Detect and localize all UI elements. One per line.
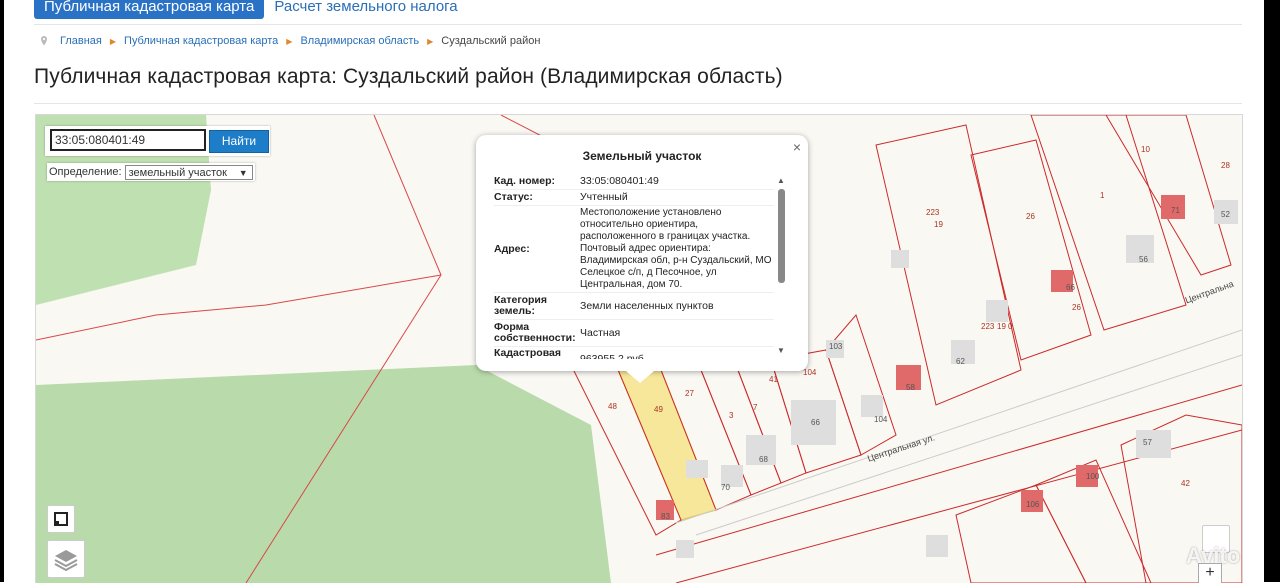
row-value: Земли населенных пунктов: [580, 300, 714, 312]
parcel-info-popup: Земельный участок × Кад. номер: 33:05:08…: [476, 135, 808, 371]
breadcrumb: Главная ▶ Публичная кадастровая карта ▶ …: [38, 35, 540, 47]
tab-land-tax[interactable]: Расчет земельного налога: [264, 0, 467, 19]
parcel-label: 41: [769, 375, 778, 384]
parcel-label: 26: [1072, 303, 1081, 312]
definition-control: Определение: земельный участок ▼: [47, 163, 255, 181]
parcel-label: 19: [934, 220, 943, 229]
parcel-label: 19: [997, 322, 1006, 331]
parcel-label: 223: [981, 322, 995, 331]
parcel-label: 28: [1221, 161, 1230, 170]
tabs-divider: [34, 24, 1242, 25]
definition-select[interactable]: земельный участок ▼: [124, 164, 253, 180]
find-button[interactable]: Найти: [209, 130, 269, 153]
parcel-label: 52: [1221, 210, 1230, 219]
breadcrumb-cadastral-map[interactable]: Публичная кадастровая карта: [124, 35, 278, 47]
table-row: Категория земель: Земли населенных пункт…: [494, 293, 774, 320]
table-row: Адрес: Местоположение установлено относи…: [494, 206, 774, 293]
parcel-label: 27: [685, 389, 694, 398]
parcel-label: 83: [661, 512, 670, 521]
left-edge: [0, 0, 4, 582]
parcel-attributes-table: Кад. номер: 33:05:080401:49 Статус: Учте…: [494, 175, 774, 359]
parcel-label: 70: [721, 483, 730, 492]
parcel-label: 104: [874, 415, 888, 424]
table-row: Кадастровая 963955.2 руб: [494, 347, 774, 359]
popup-title: Земельный участок: [582, 149, 702, 163]
parcel-label: 223: [926, 208, 940, 217]
parcel-label: 66: [811, 418, 820, 427]
breadcrumb-arrow-icon: ▶: [286, 36, 293, 46]
parcel-label: 49: [654, 405, 663, 414]
breadcrumb-arrow-icon: ▶: [109, 36, 117, 46]
row-value: Учтенный: [580, 191, 628, 203]
scroll-down-arrow-icon[interactable]: ▼: [777, 346, 785, 355]
parcel-label: 62: [956, 357, 965, 366]
parcel-label: 26: [1026, 212, 1035, 221]
right-edge: [1264, 0, 1280, 582]
row-label: Категория земель:: [494, 294, 548, 317]
row-label: Форма собственности:: [494, 321, 576, 344]
parcel-label: 71: [1171, 206, 1180, 215]
definition-selected-value: земельный участок: [128, 166, 227, 179]
search-box: 33:05:080401:49 Найти: [45, 126, 270, 156]
row-value: 33:05:080401:49: [580, 175, 659, 187]
breadcrumb-home[interactable]: Главная: [60, 35, 102, 47]
parcel-label: 100: [1086, 472, 1100, 481]
cadastral-map[interactable]: 223 19 26 1 10 28 52 56 71 66 26 223 19 …: [35, 114, 1243, 583]
breadcrumb-current: Суздальский район: [441, 35, 541, 47]
breadcrumb-arrow-icon: ▶: [427, 36, 434, 46]
row-value: Частная: [580, 327, 621, 339]
popup-scrollbar[interactable]: [778, 189, 785, 283]
fullscreen-button[interactable]: [47, 505, 75, 533]
row-value: Местоположение установлено относительно …: [580, 207, 772, 290]
table-row: Форма собственности: Частная: [494, 320, 774, 347]
parcel-label: 106: [1026, 500, 1040, 509]
parcel-label: 103: [829, 342, 843, 351]
parcel-label: 56: [1139, 255, 1148, 264]
chevron-down-icon: ▼: [238, 167, 248, 178]
parcel-label: 10: [1141, 145, 1150, 154]
parcel-label: 0: [1008, 322, 1013, 331]
parcel-label: 3: [729, 411, 734, 420]
table-row: Статус: Учтенный: [494, 190, 774, 206]
parcel-label: 1: [1100, 191, 1105, 200]
row-label: Адрес:: [494, 243, 530, 255]
cadastral-number-input[interactable]: 33:05:080401:49: [50, 129, 206, 151]
scroll-up-arrow-icon[interactable]: ▲: [777, 176, 785, 185]
layers-button[interactable]: [47, 540, 85, 578]
table-row: Кад. номер: 33:05:080401:49: [494, 175, 774, 190]
parcel-label: 48: [608, 402, 617, 411]
tab-cadastral-map[interactable]: Публичная кадастровая карта: [34, 0, 265, 19]
parcel-label: 42: [1181, 479, 1190, 488]
location-pin-icon: [41, 36, 47, 46]
close-icon[interactable]: ×: [793, 139, 801, 155]
parcel-label: 58: [906, 383, 915, 392]
parcel-label: 57: [1143, 438, 1152, 447]
definition-label: Определение:: [49, 166, 122, 178]
title-divider: [34, 103, 1242, 104]
page-title: Публичная кадастровая карта: Суздальский…: [34, 65, 783, 88]
layers-icon: [54, 550, 78, 572]
row-label: Статус:: [494, 191, 533, 203]
top-tabs: Публичная кадастровая карта Расчет земел…: [34, 0, 468, 19]
fullscreen-icon: [54, 512, 68, 526]
row-value: 963955.2 руб: [580, 353, 644, 359]
popup-pointer: [626, 371, 654, 383]
zoom-in-button[interactable]: +: [1198, 563, 1222, 583]
parcel-label: 66: [1066, 283, 1075, 292]
row-label: Кадастровая: [494, 347, 561, 359]
breadcrumb-region[interactable]: Владимирская область: [300, 35, 419, 47]
parcel-label: 104: [803, 368, 817, 377]
parcel-label: 68: [759, 455, 768, 464]
parcel-label: 7: [753, 403, 758, 412]
row-label: Кад. номер:: [494, 175, 556, 187]
